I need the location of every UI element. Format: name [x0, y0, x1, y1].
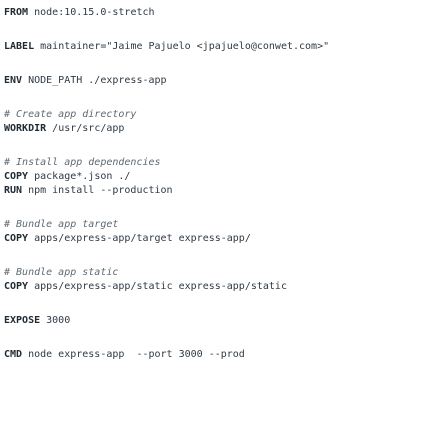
run-line: RUN npm install --production [4, 184, 173, 197]
copy-keyword: COPY [4, 281, 29, 292]
env-value: NODE_PATH ./express-app [22, 75, 167, 86]
cmd-value: node express-app --port 3000 --prod [22, 349, 245, 360]
run-keyword: RUN [4, 185, 23, 196]
dockerfile-code-view: FROM node:10.15.0-stretch LABEL maintain… [0, 0, 428, 426]
label-line: LABEL maintainer="Jaime Pajuelo <jpajuel… [4, 40, 329, 53]
from-value: node:10.15.0-stretch [28, 7, 155, 18]
workdir-line: WORKDIR /usr/src/app [4, 122, 124, 135]
copy-static-value: apps/express-app/static express-app/stat… [28, 281, 287, 292]
from-keyword: FROM [4, 7, 29, 18]
comment-create-app-directory: # Create app directory [4, 109, 137, 120]
comment-bundle-static: # Bundle app static [4, 267, 119, 278]
copy-package-line: COPY package*.json ./ [4, 170, 130, 183]
run-value: npm install --production [22, 185, 173, 196]
from-line: FROM node:10.15.0-stretch [4, 6, 155, 19]
workdir-keyword: WORKDIR [4, 123, 47, 134]
workdir-value: /usr/src/app [46, 123, 125, 134]
copy-target-value: apps/express-app/target express-app/ [28, 233, 251, 244]
copy-package-value: package*.json ./ [28, 171, 131, 182]
cmd-keyword: CMD [4, 349, 23, 360]
env-line: ENV NODE_PATH ./express-app [4, 74, 167, 87]
cmd-line: CMD node express-app --port 3000 --prod [4, 348, 245, 361]
copy-target-line: COPY apps/express-app/target express-app… [4, 232, 251, 245]
label-keyword: LABEL [4, 41, 35, 52]
copy-keyword: COPY [4, 233, 29, 244]
comment-bundle-target: # Bundle app target [4, 219, 119, 230]
copy-keyword: COPY [4, 171, 29, 182]
label-value: maintainer="Jaime Pajuelo <jpajuelo@conw… [34, 41, 330, 52]
comment-install-dependencies: # Install app dependencies [4, 157, 161, 168]
expose-line: EXPOSE 3000 [4, 314, 70, 327]
copy-static-line: COPY apps/express-app/static express-app… [4, 280, 287, 293]
env-keyword: ENV [4, 75, 23, 86]
expose-value: 3000 [40, 315, 71, 326]
expose-keyword: EXPOSE [4, 315, 41, 326]
